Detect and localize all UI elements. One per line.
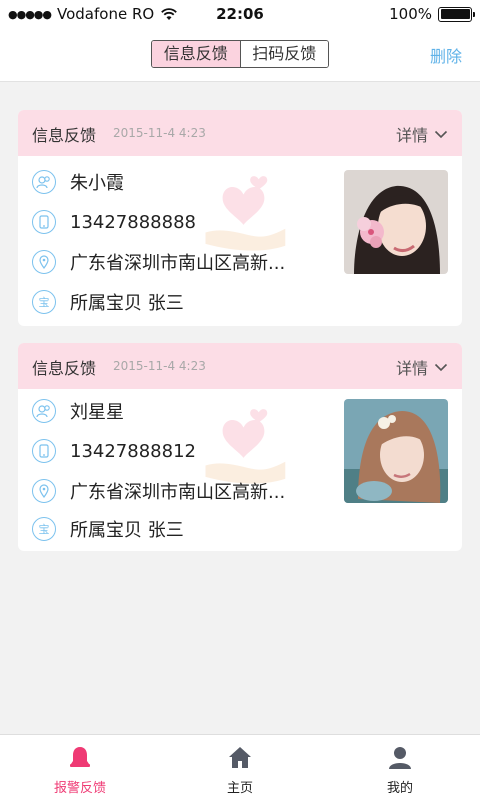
delete-button[interactable]: 删除 <box>430 43 462 67</box>
phone-icon <box>32 210 56 234</box>
baby-owner: 所属宝贝 张三 <box>70 520 184 541</box>
address-row: 广东省深圳市南山区高新... <box>32 478 285 504</box>
phone-icon <box>32 439 56 463</box>
address-row: 广东省深圳市南山区高新... <box>32 249 285 275</box>
phone-row: 13427888888 <box>32 209 196 235</box>
feedback-card[interactable]: 信息反馈 2015-11-4 4:23 详情 朱小霞 13427888888 广… <box>18 110 462 326</box>
people-icon <box>32 399 56 423</box>
people-icon <box>32 170 56 194</box>
contact-photo[interactable] <box>344 399 448 503</box>
tab-home[interactable]: 主页 <box>160 735 320 800</box>
baby-row: 宝 所属宝贝 张三 <box>32 289 184 315</box>
phone-row: 13427888812 <box>32 438 196 464</box>
tab-bar: 报警反馈 主页 我的 <box>0 734 480 800</box>
baby-owner: 所属宝贝 张三 <box>70 293 184 314</box>
card-date: 2015-11-4 4:23 <box>113 126 206 140</box>
location-pin-icon <box>32 250 56 274</box>
tab-mine[interactable]: 我的 <box>320 735 480 800</box>
tab-label: 主页 <box>226 781 253 796</box>
baby-icon: 宝 <box>32 517 56 541</box>
battery-percent: 100% <box>389 5 432 23</box>
tab-label: 报警反馈 <box>53 781 106 796</box>
card-body: 刘星星 13427888812 广东省深圳市南山区高新... 宝 所属宝贝 张三 <box>18 389 462 551</box>
chevron-down-icon <box>434 363 448 372</box>
tab-label: 我的 <box>386 781 413 796</box>
detail-button[interactable]: 详情 <box>396 355 448 379</box>
phone-number: 13427888812 <box>70 440 196 462</box>
battery-icon <box>438 6 475 22</box>
segment-info-feedback[interactable]: 信息反馈 <box>152 41 241 67</box>
card-title: 信息反馈 <box>32 126 97 145</box>
contact-name-row: 刘星星 <box>32 398 124 424</box>
bell-icon <box>70 747 90 767</box>
detail-label: 详情 <box>395 126 428 145</box>
baby-row: 宝 所属宝贝 张三 <box>32 516 184 542</box>
contact-name-row: 朱小霞 <box>32 169 124 195</box>
home-icon <box>229 747 251 768</box>
phone-number: 13427888888 <box>70 211 196 233</box>
chevron-down-icon <box>434 130 448 139</box>
address: 广东省深圳市南山区高新... <box>70 482 286 503</box>
location-pin-icon <box>32 479 56 503</box>
detail-label: 详情 <box>395 359 428 378</box>
card-date: 2015-11-4 4:23 <box>113 359 206 373</box>
baby-icon: 宝 <box>32 290 56 314</box>
feedback-segmented-control: 信息反馈 扫码反馈 <box>151 40 329 68</box>
detail-button[interactable]: 详情 <box>396 122 448 146</box>
status-bar: ●●●●● Vodafone RO 22:06 100% <box>0 0 480 28</box>
contact-photo[interactable] <box>344 170 448 274</box>
contact-name: 刘星星 <box>70 402 124 423</box>
tab-alarm-feedback[interactable]: 报警反馈 <box>0 735 160 800</box>
contact-name: 朱小霞 <box>70 173 124 194</box>
card-header: 信息反馈 2015-11-4 4:23 详情 <box>18 343 462 389</box>
address: 广东省深圳市南山区高新... <box>70 253 286 274</box>
heart-hand-watermark-icon <box>205 176 286 251</box>
card-header: 信息反馈 2015-11-4 4:23 详情 <box>18 110 462 156</box>
person-icon <box>389 747 411 769</box>
segment-scan-feedback[interactable]: 扫码反馈 <box>240 41 328 67</box>
nav-bar: 信息反馈 扫码反馈 删除 <box>0 28 480 82</box>
card-body: 朱小霞 13427888888 广东省深圳市南山区高新... 宝 所属宝贝 张三 <box>18 156 462 326</box>
feedback-card[interactable]: 信息反馈 2015-11-4 4:23 详情 刘星星 13427888812 广… <box>18 343 462 551</box>
card-title: 信息反馈 <box>32 359 97 378</box>
